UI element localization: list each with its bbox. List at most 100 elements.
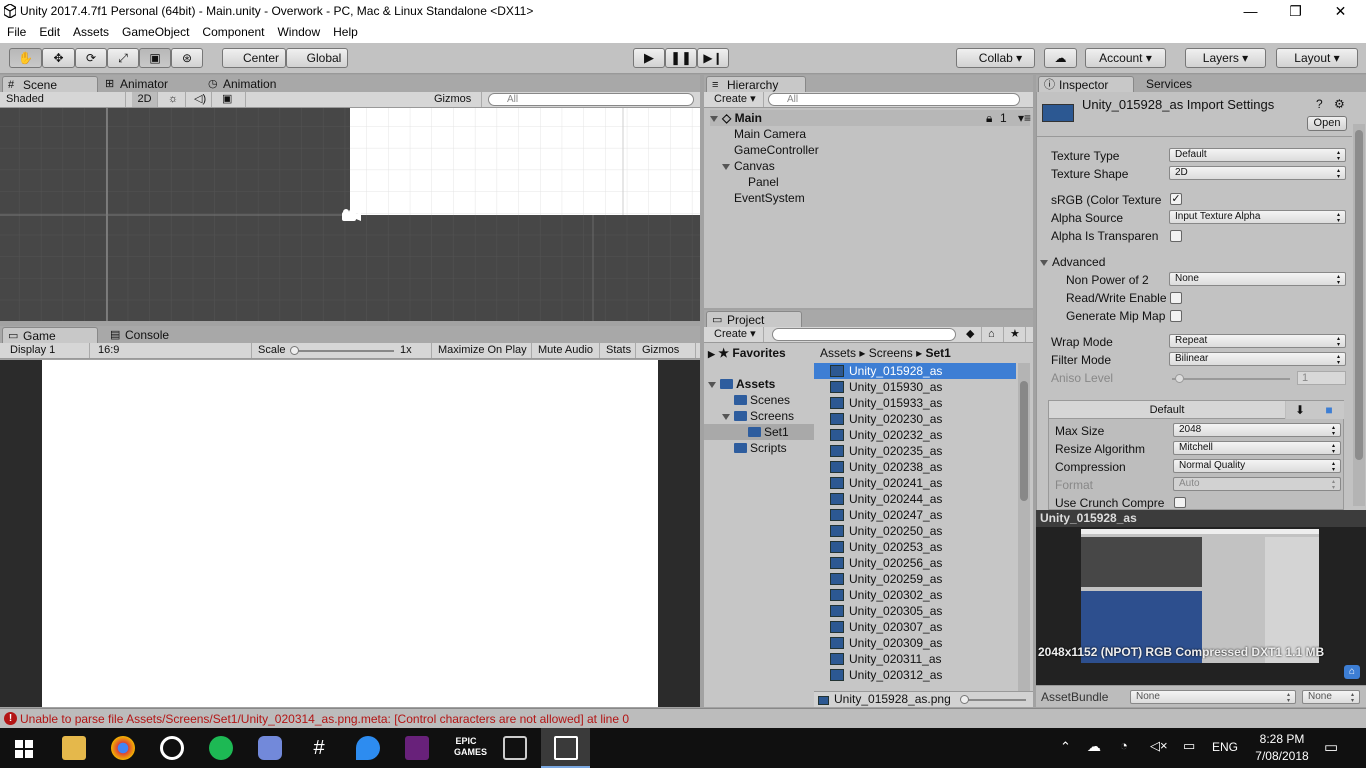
file-row[interactable]: Unity_020253_as — [814, 539, 1016, 555]
scale-tool-button[interactable]: ⤢ — [107, 48, 139, 68]
aniso-level-field[interactable]: 1 — [1297, 371, 1346, 385]
breadcrumb-item[interactable]: Set1 — [925, 346, 950, 360]
project-search-input[interactable] — [772, 328, 956, 341]
notifications-icon[interactable]: ▭ — [1324, 738, 1338, 756]
stats-toggle[interactable]: Stats — [602, 343, 636, 358]
layers-dropdown[interactable]: Layers ▾ — [1185, 48, 1266, 68]
file-row[interactable]: Unity_020250_as — [814, 523, 1016, 539]
label-tag-icon[interactable]: ⌂ — [1344, 665, 1360, 679]
tab-project[interactable]: ▭ Project — [706, 311, 802, 328]
hierarchy-create-dropdown[interactable]: Create ▾ — [710, 92, 764, 107]
file-row[interactable]: Unity_020309_as — [814, 635, 1016, 651]
help-icon[interactable]: ? — [1316, 97, 1323, 111]
step-button[interactable]: ▶❙ — [697, 48, 729, 68]
favorite-button[interactable]: ★ — [1006, 327, 1026, 342]
rect-tool-button[interactable]: ▣ — [139, 48, 171, 68]
discord-icon[interactable] — [258, 736, 282, 760]
game-gizmos-dropdown[interactable]: Gizmos — [638, 343, 696, 358]
hierarchy-item[interactable]: Main Camera — [734, 126, 806, 142]
rotate-tool-button[interactable]: ⟳ — [75, 48, 107, 68]
epic-games-icon[interactable]: EPIC GAMES — [454, 736, 487, 760]
crunch-checkbox[interactable] — [1174, 497, 1186, 508]
tab-hierarchy[interactable]: ≡ Hierarchy — [706, 76, 806, 93]
folder-row[interactable]: Scripts — [734, 440, 787, 456]
folder-row[interactable]: Scenes — [734, 392, 790, 408]
audio-toggle[interactable]: ◁) — [190, 92, 212, 107]
format-dropdown[interactable]: Auto — [1173, 477, 1341, 491]
readwrite-checkbox[interactable] — [1170, 292, 1182, 304]
visual-studio-icon[interactable] — [405, 736, 429, 760]
project-create-dropdown[interactable]: Create ▾ — [710, 327, 764, 342]
scene-row-main[interactable]: ◇ Main 🔒︎ 1 ▾≡ — [710, 110, 1031, 126]
file-row[interactable]: Unity_020311_as — [814, 651, 1016, 667]
assets-folder-row[interactable]: Assets — [708, 376, 775, 392]
pivot-center-button[interactable]: Center — [222, 48, 286, 68]
close-button[interactable]: ✕ — [1318, 0, 1363, 23]
clock-date[interactable]: 7/08/2018 — [1248, 749, 1316, 763]
file-row[interactable]: Unity_020235_as — [814, 443, 1016, 459]
menu-window[interactable]: Window — [270, 23, 326, 39]
platform-tab-windows-store[interactable]: ■ — [1314, 401, 1344, 419]
collab-dropdown[interactable]: Collab ▾ — [956, 48, 1035, 68]
display-dropdown[interactable]: Display 1 — [6, 343, 90, 358]
wrap-mode-dropdown[interactable]: Repeat — [1169, 334, 1346, 348]
spotify-icon[interactable] — [209, 736, 233, 760]
hierarchy-search-input[interactable]: All — [768, 93, 1020, 106]
breadcrumb-item[interactable]: Screens — [869, 346, 913, 360]
folder-row-selected[interactable]: Set1 — [704, 424, 814, 440]
breadcrumb-item[interactable]: Assets — [820, 346, 856, 360]
advanced-foldout[interactable]: Advanced — [1040, 255, 1105, 269]
transform-tool-button[interactable]: ⊛ — [171, 48, 203, 68]
scene-view[interactable] — [0, 108, 700, 321]
cloud-button[interactable]: ☁ — [1044, 48, 1077, 68]
effects-toggle[interactable]: ▣ — [218, 92, 246, 107]
assetbundle-variant-dropdown[interactable]: None — [1302, 690, 1360, 704]
move-tool-button[interactable]: ✥ — [42, 48, 75, 68]
tab-game[interactable]: ▭ Game — [2, 327, 98, 344]
tab-services[interactable]: Services — [1126, 76, 1216, 93]
shading-dropdown[interactable]: Shaded — [2, 92, 126, 107]
slack-icon[interactable]: # — [307, 736, 331, 760]
folder-row[interactable]: Screens — [722, 408, 794, 424]
status-bar[interactable]: ! Unable to parse file Assets/Screens/Se… — [0, 708, 1366, 728]
hand-tool-button[interactable]: ✋ — [9, 48, 42, 68]
layout-dropdown[interactable]: Layout ▾ — [1276, 48, 1358, 68]
settings-gear-icon[interactable]: ⚙ — [1334, 97, 1345, 111]
unity-editor-taskbar-button[interactable] — [541, 728, 590, 768]
hierarchy-item-canvas[interactable]: Canvas — [722, 158, 775, 174]
steam-icon[interactable] — [160, 736, 184, 760]
file-row[interactable]: Unity_015928_as — [814, 363, 1016, 379]
play-button[interactable]: ▶ — [633, 48, 665, 68]
cloud-sync-icon[interactable]: ☁ — [1087, 738, 1101, 755]
filter-type-button[interactable]: ◆ — [962, 327, 982, 342]
maximize-on-play-toggle[interactable]: Maximize On Play — [434, 343, 532, 358]
menu-help[interactable]: Help — [326, 23, 364, 39]
file-row[interactable]: Unity_020259_as — [814, 571, 1016, 587]
assetbundle-dropdown[interactable]: None — [1130, 690, 1296, 704]
wifi-icon[interactable]: ◔ — [1120, 738, 1128, 753]
pivot-global-button[interactable]: Global — [286, 48, 348, 68]
platform-tab-standalone[interactable]: ⬇ — [1286, 401, 1314, 419]
file-scrollbar[interactable] — [1018, 363, 1030, 691]
resize-algorithm-dropdown[interactable]: Mitchell — [1173, 441, 1341, 455]
menu-assets[interactable]: Assets — [66, 23, 115, 39]
tab-scene[interactable]: # Scene — [2, 76, 98, 93]
texture-type-dropdown[interactable]: Default — [1169, 148, 1346, 162]
file-row[interactable]: Unity_020238_as — [814, 459, 1016, 475]
file-row[interactable]: Unity_020247_as — [814, 507, 1016, 523]
volume-mute-icon[interactable]: ◁× — [1150, 738, 1168, 754]
menu-edit[interactable]: Edit — [32, 23, 66, 39]
mute-audio-toggle[interactable]: Mute Audio — [534, 343, 600, 358]
file-row[interactable]: Unity_020307_as — [814, 619, 1016, 635]
windows-start-icon[interactable] — [15, 740, 33, 758]
inspector-scrollbar[interactable] — [1353, 124, 1365, 506]
chrome-icon[interactable] — [111, 736, 135, 760]
srgb-checkbox[interactable]: ✓ — [1170, 193, 1182, 205]
lighting-toggle[interactable]: ☼ — [164, 92, 186, 107]
aspect-dropdown[interactable]: 16:9 — [94, 343, 252, 358]
maps-icon[interactable] — [356, 736, 380, 760]
platform-tab-default[interactable]: Default — [1049, 401, 1285, 419]
npot-dropdown[interactable]: None — [1169, 272, 1346, 286]
file-explorer-icon[interactable] — [62, 736, 86, 760]
pause-button[interactable]: ❚❚ — [665, 48, 697, 68]
